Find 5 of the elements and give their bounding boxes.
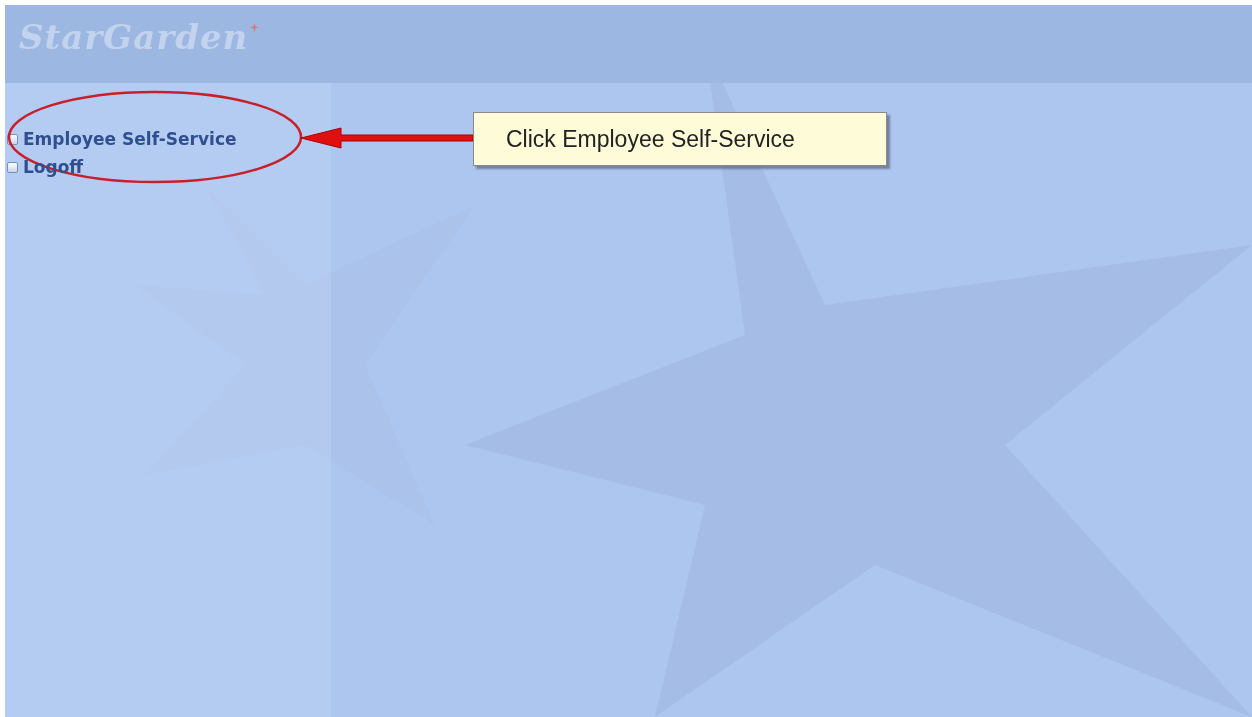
bullet-icon	[7, 161, 18, 173]
menu-link[interactable]: Employee Self-Service	[23, 129, 237, 149]
star-icon	[250, 23, 260, 32]
bullet-icon	[7, 133, 18, 145]
callout-box: Click Employee Self-Service	[473, 112, 887, 166]
